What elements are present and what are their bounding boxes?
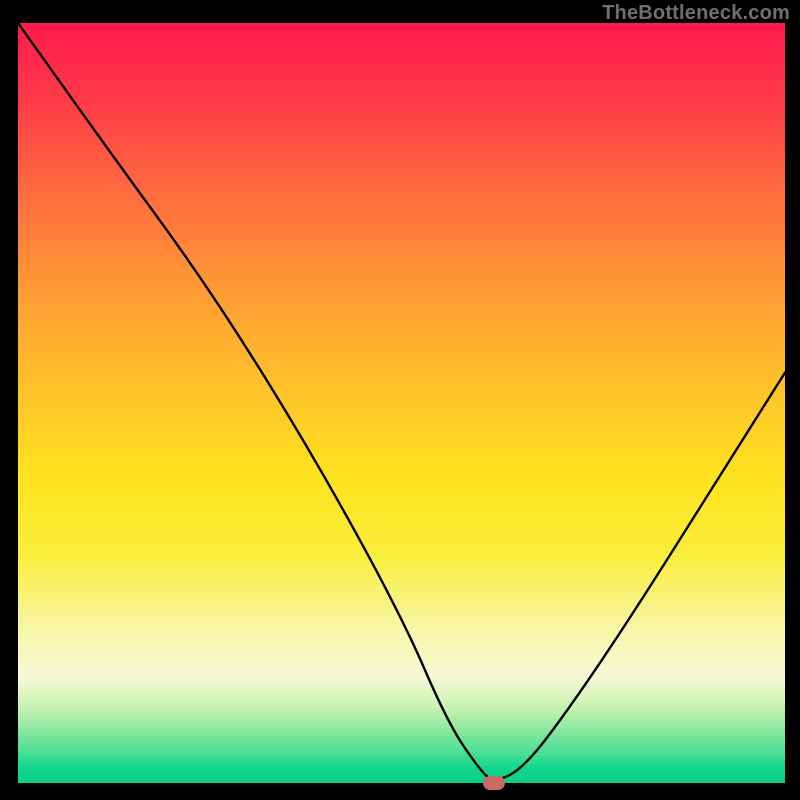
bottleneck-curve bbox=[18, 23, 785, 783]
attribution-text: TheBottleneck.com bbox=[602, 2, 790, 25]
chart-plot-area bbox=[18, 23, 785, 783]
chart-frame: TheBottleneck.com bbox=[0, 0, 800, 800]
optimal-point-marker bbox=[483, 776, 505, 790]
